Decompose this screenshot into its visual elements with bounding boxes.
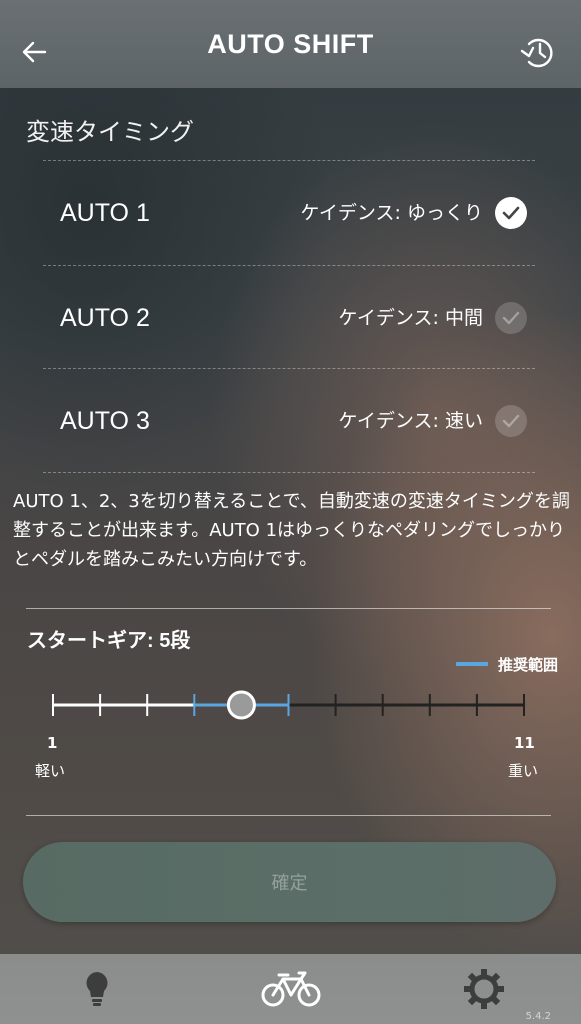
auto-option-cadence: ケイデンス: 速い — [338, 410, 483, 432]
tab-settings[interactable]: 5.4.2 — [387, 954, 581, 1024]
app-version: 5.4.2 — [525, 1011, 552, 1022]
back-arrow-icon[interactable] — [20, 38, 48, 66]
checkmark-icon — [495, 405, 527, 437]
slider-max-caption: 重い — [508, 762, 539, 780]
divider — [43, 472, 535, 473]
auto-option-cadence: ケイデンス: ゆっくり — [300, 202, 483, 224]
lightbulb-icon — [86, 972, 108, 1006]
checkmark-icon — [495, 302, 527, 334]
auto-option-label: AUTO 3 — [60, 407, 150, 435]
auto-option-2[interactable]: AUTO 2 ケイデンス: 中間 — [43, 268, 535, 368]
timing-description: AUTO 1、2、3を切り替えることで、自動変速の変速タイミングを調整することが… — [13, 491, 570, 570]
app-header: AUTO SHIFT — [0, 0, 581, 88]
divider — [43, 160, 535, 161]
gear-icon — [464, 969, 505, 1009]
confirm-button[interactable]: 確定 — [23, 842, 556, 922]
slider-min-label: 1 — [47, 734, 58, 752]
divider — [26, 815, 551, 816]
slider-max-label: 11 — [514, 734, 535, 752]
tab-bicycle[interactable] — [194, 954, 388, 1024]
page-title: AUTO SHIFT — [207, 28, 374, 59]
tab-bar: 5.4.2 — [0, 954, 581, 1024]
slider-min-caption: 軽い — [35, 762, 66, 780]
recommended-range-legend: 推奨範囲 — [456, 652, 558, 676]
divider — [26, 608, 551, 609]
slider-thumb[interactable] — [226, 690, 256, 720]
divider — [43, 368, 535, 369]
auto-option-label: AUTO 1 — [60, 199, 150, 227]
legend-swatch — [456, 662, 488, 666]
auto-option-1[interactable]: AUTO 1 ケイデンス: ゆっくり — [43, 163, 535, 263]
auto-option-3[interactable]: AUTO 3 ケイデンス: 速い — [43, 371, 535, 471]
start-gear-slider[interactable] — [40, 680, 540, 730]
checkmark-icon — [495, 197, 527, 229]
legend-label: 推奨範囲 — [498, 655, 559, 674]
auto-option-cadence: ケイデンス: 中間 — [338, 307, 483, 329]
tab-lightbulb[interactable] — [0, 954, 194, 1024]
divider — [43, 265, 535, 266]
bicycle-icon — [261, 971, 320, 1007]
start-gear-title: スタートギア: 5段 — [27, 630, 191, 652]
history-reset-icon[interactable] — [518, 34, 558, 70]
section-title-shift-timing: 変速タイミング — [26, 118, 194, 146]
auto-option-label: AUTO 2 — [60, 304, 150, 332]
